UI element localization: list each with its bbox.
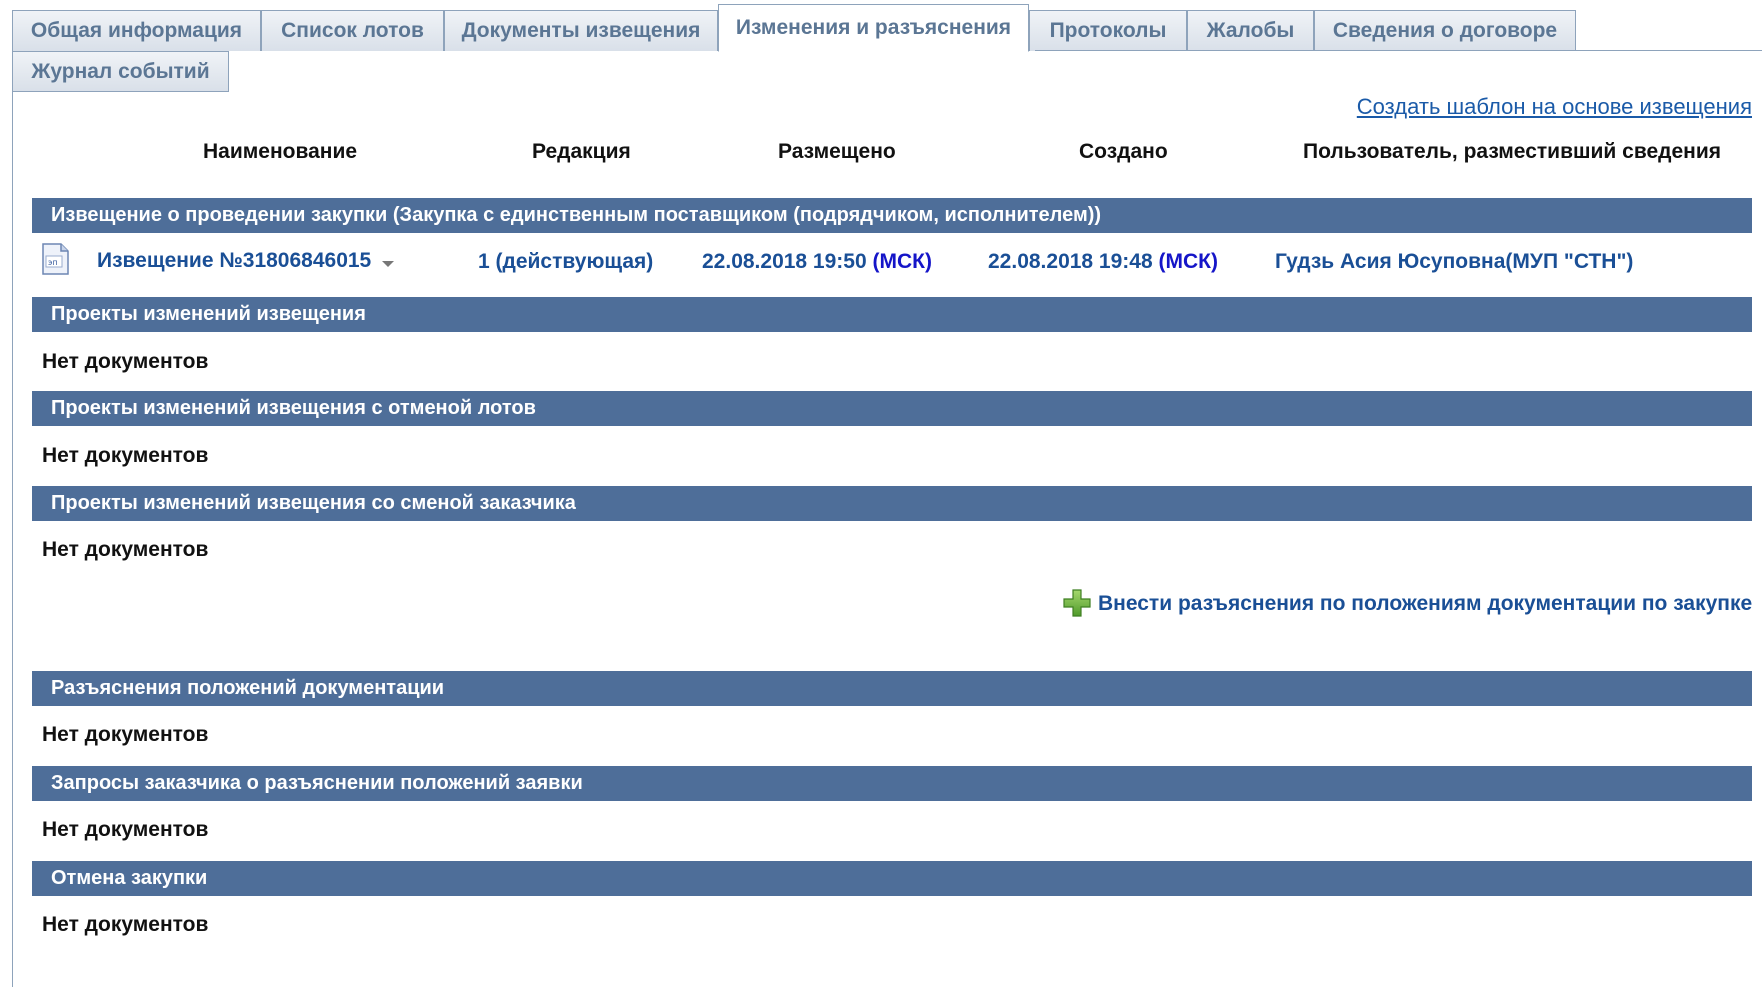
posted-timezone: (МСК) [872, 250, 932, 273]
section-header-change-projects: Проекты изменений извещения [32, 297, 1752, 332]
section-header-customer-requests: Запросы заказчика о разъяснении положени… [32, 766, 1752, 801]
section-header-cancel: Отмена закупки [32, 861, 1752, 896]
add-clarification-button[interactable]: Внести разъяснения по положениям докумен… [1062, 588, 1752, 620]
tab-complaints[interactable]: Жалобы [1187, 10, 1314, 51]
add-clarification-label: Внести разъяснения по положениям докумен… [1098, 592, 1753, 615]
tab-lots[interactable]: Список лотов [261, 10, 444, 51]
tab-general[interactable]: Общая информация [12, 10, 261, 51]
section-header-clarifications: Разъяснения положений документации [32, 671, 1752, 706]
section-header-notice: Извещение о проведении закупки (Закупка … [32, 198, 1752, 233]
tabs-baseline [1035, 50, 1762, 51]
edition-link[interactable]: 1 (действующая) [478, 250, 653, 274]
tab-changes[interactable]: Изменения и разъяснения [718, 4, 1029, 52]
created-timezone: (МСК) [1158, 250, 1218, 273]
column-header-edition: Редакция [532, 140, 631, 163]
chevron-down-icon[interactable] [381, 259, 395, 269]
publisher-user-link[interactable]: Гудзь Асия Юсуповна(МУП "СТН") [1275, 250, 1633, 274]
column-header-created: Создано [1079, 140, 1168, 163]
created-date: 22.08.2018 19:48 (МСК) [988, 250, 1218, 274]
document-icon[interactable]: эп [42, 243, 69, 275]
posted-date-value: 22.08.2018 19:50 [702, 250, 867, 273]
notice-link[interactable]: Извещение №31806846015 [97, 249, 371, 273]
app-root: Общая информация Список лотов Документы … [0, 0, 1762, 987]
tab-events[interactable]: Журнал событий [12, 51, 229, 92]
empty-cancel: Нет документов [42, 913, 209, 936]
tab-notice-docs[interactable]: Документы извещения [444, 10, 718, 51]
column-header-name: Наименование [203, 140, 358, 163]
tab-protocols[interactable]: Протоколы [1029, 10, 1187, 51]
section-header-change-projects-customer: Проекты изменений извещения со сменой за… [32, 486, 1752, 521]
empty-customer-requests: Нет документов [42, 818, 209, 841]
posted-date: 22.08.2018 19:50 (МСК) [702, 250, 932, 274]
empty-clarifications: Нет документов [42, 723, 209, 746]
column-header-user: Пользователь, разместивший сведения [1303, 140, 1721, 163]
section-header-change-projects-lots: Проекты изменений извещения с отменой ло… [32, 391, 1752, 426]
created-date-value: 22.08.2018 19:48 [988, 250, 1153, 273]
column-header-posted: Размещено [778, 140, 896, 163]
tab-contract[interactable]: Сведения о договоре [1314, 10, 1576, 51]
create-template-link[interactable]: Создать шаблон на основе извещения [1357, 94, 1752, 120]
plus-icon [1063, 589, 1091, 617]
content-border [12, 92, 13, 987]
empty-change-projects: Нет документов [42, 350, 209, 373]
empty-change-projects-customer: Нет документов [42, 538, 209, 561]
svg-text:эп: эп [48, 258, 58, 267]
empty-change-projects-lots: Нет документов [42, 444, 209, 467]
